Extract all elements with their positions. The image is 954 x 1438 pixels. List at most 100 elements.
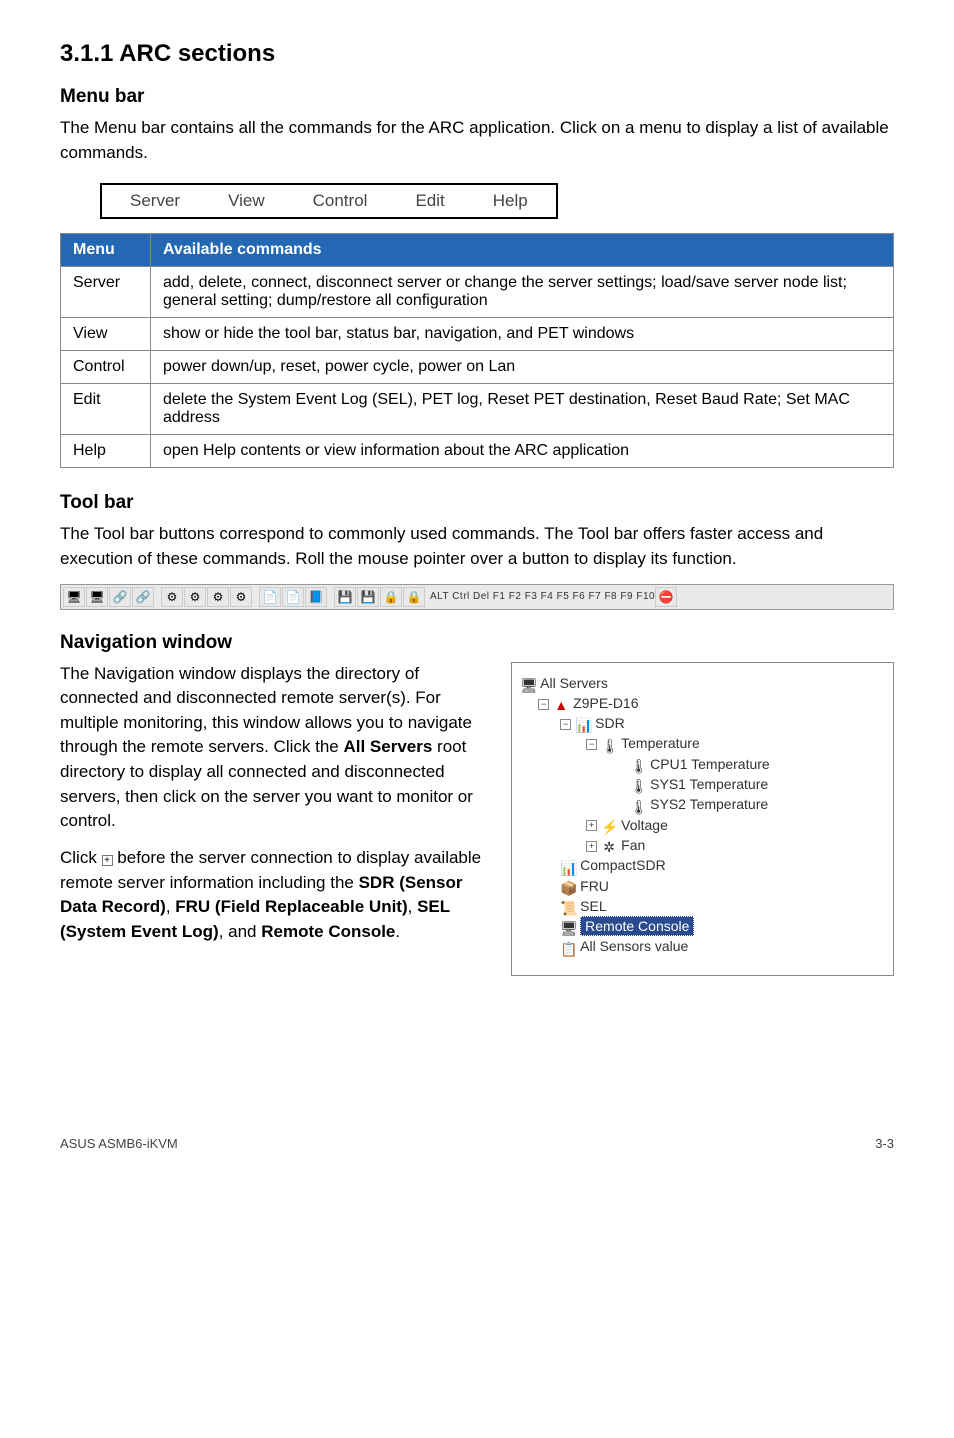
toolbar-icon: ⚙ xyxy=(207,587,229,607)
sdr-icon: 📊 xyxy=(575,717,591,731)
table-row: Controlpower down/up, reset, power cycle… xyxy=(61,351,894,384)
thermo-icon: 🌡 xyxy=(630,799,646,813)
csdr-icon: 📊 xyxy=(560,860,576,874)
thermo-icon: 🌡 xyxy=(601,738,617,752)
cell-desc: show or hide the tool bar, status bar, n… xyxy=(151,318,894,351)
cell-menu: View xyxy=(61,318,151,351)
toolbar-icon: 💾 xyxy=(357,587,379,607)
label: CompactSDR xyxy=(580,857,666,873)
toolbar-icon: ⚙ xyxy=(184,587,206,607)
label: Z9PE-D16 xyxy=(573,695,638,711)
sensors-icon: 📋 xyxy=(560,941,576,955)
nav-para-1: The Navigation window displays the direc… xyxy=(60,662,481,834)
label: Fan xyxy=(621,837,645,853)
tree-server: −▲Z9PE-D16 xyxy=(520,693,885,713)
commands-table: Menu Available commands Serveradd, delet… xyxy=(60,233,894,468)
nav-para-2: Click + before the server connection to … xyxy=(60,846,481,945)
section-heading: 3.1.1 ARC sections xyxy=(60,40,894,68)
label: Temperature xyxy=(621,735,700,751)
label: CPU1 Temperature xyxy=(650,756,770,772)
sel-icon: 📜 xyxy=(560,900,576,914)
tree-item: 🌡 SYS2 Temperature xyxy=(520,794,885,814)
table-row: Editdelete the System Event Log (SEL), P… xyxy=(61,384,894,435)
footer-right: 3-3 xyxy=(875,1136,894,1151)
tree-voltage: + ⚡ Voltage xyxy=(520,815,885,835)
cell-desc: delete the System Event Log (SEL), PET l… xyxy=(151,384,894,435)
toolbar-icon: 🔒 xyxy=(403,587,425,607)
toolbar-icon: ⛔ xyxy=(655,587,677,607)
label: Voltage xyxy=(621,817,668,833)
label: All Sensors value xyxy=(580,938,688,954)
tree-root: 🖥 All Servers xyxy=(520,673,885,693)
collapse-icon: − xyxy=(538,699,549,710)
nav-heading: Navigation window xyxy=(60,632,894,654)
tree-sel: 📜 SEL xyxy=(520,896,885,916)
expand-icon: + xyxy=(586,841,597,852)
menu-help: Help xyxy=(493,191,528,211)
plus-icon: + xyxy=(102,855,113,866)
toolbar-icon: 📄 xyxy=(282,587,304,607)
collapse-icon: − xyxy=(586,739,597,750)
console-icon: 🖥 xyxy=(560,920,576,934)
text: , xyxy=(408,897,417,916)
thermo-icon: 🌡 xyxy=(630,758,646,772)
cell-desc: power down/up, reset, power cycle, power… xyxy=(151,351,894,384)
collapse-icon: − xyxy=(560,719,571,730)
menu-view: View xyxy=(228,191,265,211)
text: . xyxy=(395,922,400,941)
text: , xyxy=(166,897,175,916)
page-footer: ASUS ASMB6-iKVM 3-3 xyxy=(60,1136,894,1151)
toolbar-icon: 🔗 xyxy=(132,587,154,607)
expand-icon: + xyxy=(586,820,597,831)
tree-remote-console: 🖥 Remote Console xyxy=(520,916,885,936)
tree-item: 🌡 CPU1 Temperature xyxy=(520,754,885,774)
cell-menu: Help xyxy=(61,435,151,468)
label-selected: Remote Console xyxy=(580,916,694,936)
menubar-heading: Menu bar xyxy=(60,86,894,108)
menubar-desc: The Menu bar contains all the commands f… xyxy=(60,116,894,165)
label: FRU xyxy=(580,878,609,894)
table-row: Viewshow or hide the tool bar, status ba… xyxy=(61,318,894,351)
navigation-tree-screenshot: 🖥All Servers −▲Z9PE-D16 −📊SDR −🌡Temperat… xyxy=(511,662,894,976)
text: , and xyxy=(219,922,262,941)
text: Click xyxy=(60,848,102,867)
servers-icon: 🖥 xyxy=(520,677,536,691)
rc-bold: Remote Console xyxy=(261,922,395,941)
tree-csdr: 📊 CompactSDR xyxy=(520,855,885,875)
tree-fru: 📦FRU xyxy=(520,876,885,896)
label: All Servers xyxy=(540,675,608,691)
th-commands: Available commands xyxy=(151,234,894,267)
tree-all-sensors: 📋 All Sensors value xyxy=(520,936,885,956)
toolbar-desc: The Tool bar buttons correspond to commo… xyxy=(60,522,894,571)
toolbar-icon: 📄 xyxy=(259,587,281,607)
table-row: Helpopen Help contents or view informati… xyxy=(61,435,894,468)
voltage-icon: ⚡ xyxy=(601,819,617,833)
toolbar-icon: 🖥 xyxy=(63,587,85,607)
table-row: Serveradd, delete, connect, disconnect s… xyxy=(61,267,894,318)
label: SEL xyxy=(580,898,606,914)
toolbar-icon: ⚙ xyxy=(230,587,252,607)
toolbar-icon: 📘 xyxy=(305,587,327,607)
menu-edit: Edit xyxy=(415,191,444,211)
tree-fan: +✲Fan xyxy=(520,835,885,855)
toolbar-icon: 🔒 xyxy=(380,587,402,607)
cell-menu: Edit xyxy=(61,384,151,435)
label: SYS2 Temperature xyxy=(650,796,768,812)
cell-menu: Server xyxy=(61,267,151,318)
toolbar-heading: Tool bar xyxy=(60,492,894,514)
tree-item: 🌡 SYS1 Temperature xyxy=(520,774,885,794)
toolbar-keys-label: ALT Ctrl Del F1 F2 F3 F4 F5 F6 F7 F8 F9 … xyxy=(426,591,655,602)
cell-desc: open Help contents or view information a… xyxy=(151,435,894,468)
cell-menu: Control xyxy=(61,351,151,384)
thermo-icon: 🌡 xyxy=(630,778,646,792)
th-menu: Menu xyxy=(61,234,151,267)
fru-bold: FRU (Field Replaceable Unit) xyxy=(175,897,407,916)
toolbar-screenshot: 🖥 🖥 🔗 🔗 ⚙ ⚙ ⚙ ⚙ 📄 📄 📘 💾 💾 🔒 🔒 ALT Ctrl D… xyxy=(60,584,894,610)
toolbar-icon: 💾 xyxy=(334,587,356,607)
footer-left: ASUS ASMB6-iKVM xyxy=(60,1136,178,1151)
tree-sdr: −📊SDR xyxy=(520,713,885,733)
menu-control: Control xyxy=(313,191,368,211)
label: SYS1 Temperature xyxy=(650,776,768,792)
menubar-screenshot: Server View Control Edit Help xyxy=(100,183,558,219)
all-servers-bold: All Servers xyxy=(343,737,432,756)
